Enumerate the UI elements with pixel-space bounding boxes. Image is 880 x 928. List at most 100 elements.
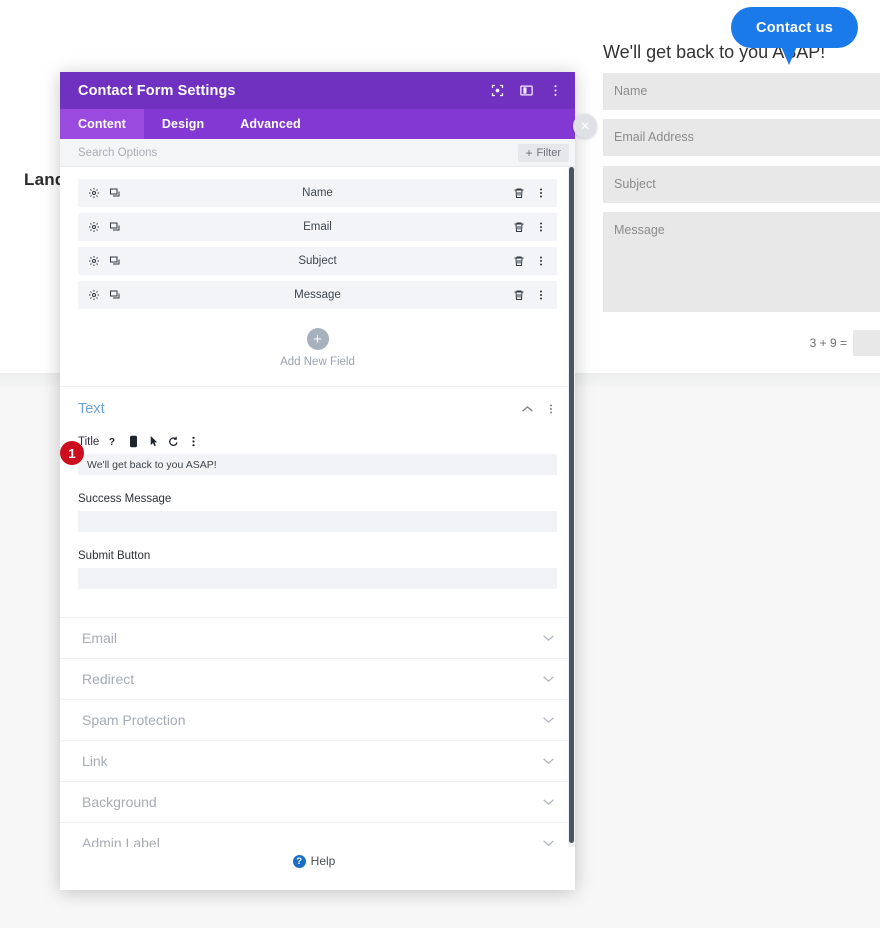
gear-icon[interactable] bbox=[88, 221, 100, 233]
preview-name-field[interactable]: Name bbox=[603, 73, 880, 110]
form-fields-list: Name bbox=[60, 167, 575, 309]
duplicate-icon[interactable] bbox=[109, 187, 121, 199]
accordion-link[interactable]: Link bbox=[60, 740, 575, 781]
responsive-device-icon[interactable] bbox=[128, 435, 139, 448]
search-input[interactable] bbox=[78, 147, 518, 159]
help-icon: ? bbox=[293, 855, 306, 868]
plus-icon: + bbox=[526, 147, 533, 159]
chevron-down-icon[interactable] bbox=[542, 798, 555, 806]
preview-message-placeholder: Message bbox=[614, 223, 665, 237]
title-input[interactable]: We'll get back to you ASAP! bbox=[78, 454, 557, 475]
accordion-email[interactable]: Email bbox=[60, 617, 575, 658]
gear-icon[interactable] bbox=[88, 289, 100, 301]
section-header-icons bbox=[521, 403, 557, 415]
row-left-icons bbox=[88, 289, 121, 301]
duplicate-icon[interactable] bbox=[109, 255, 121, 267]
chevron-down-icon[interactable] bbox=[542, 757, 555, 765]
trash-icon[interactable] bbox=[513, 221, 525, 233]
add-new-field-label: Add New Field bbox=[280, 356, 355, 368]
trash-icon[interactable] bbox=[513, 187, 525, 199]
contact-us-button[interactable]: Contact us bbox=[731, 7, 858, 48]
field-name: Subject bbox=[78, 255, 557, 267]
more-vertical-icon[interactable] bbox=[545, 403, 557, 415]
row-right-icons bbox=[513, 255, 547, 267]
row-left-icons bbox=[88, 187, 121, 199]
text-section-header[interactable]: Text bbox=[78, 401, 557, 417]
success-message-input[interactable] bbox=[78, 511, 557, 532]
tab-advanced[interactable]: Advanced bbox=[222, 109, 319, 139]
more-vertical-icon[interactable] bbox=[535, 221, 547, 233]
more-vertical-icon[interactable] bbox=[188, 435, 199, 448]
field-name: Message bbox=[78, 289, 557, 301]
layout-icon[interactable] bbox=[519, 83, 534, 98]
tab-design[interactable]: Design bbox=[144, 109, 222, 139]
close-icon[interactable]: ✕ bbox=[573, 114, 597, 138]
table-row[interactable]: Name bbox=[78, 179, 557, 207]
accordion-list: Email Redirect Spam Protection bbox=[60, 617, 575, 847]
help-label: Help bbox=[311, 854, 336, 868]
help-question-icon[interactable]: ? bbox=[108, 435, 119, 448]
add-new-field-button[interactable]: + Add New Field bbox=[60, 315, 575, 386]
row-right-icons bbox=[513, 187, 547, 199]
table-row[interactable]: Subject bbox=[78, 247, 557, 275]
accordion-label: Spam Protection bbox=[82, 712, 542, 728]
text-settings-section: Text bbox=[60, 387, 575, 589]
svg-text:?: ? bbox=[109, 437, 115, 448]
preview-email-field[interactable]: Email Address bbox=[603, 119, 880, 156]
filter-button[interactable]: + Filter bbox=[518, 144, 569, 162]
help-link[interactable]: ? Help bbox=[60, 847, 568, 875]
preview-email-placeholder: Email Address bbox=[614, 130, 694, 144]
filter-label: Filter bbox=[537, 147, 561, 159]
trash-icon[interactable] bbox=[513, 289, 525, 301]
chevron-up-icon[interactable] bbox=[521, 405, 534, 413]
modal-tabbar: Content Design Advanced bbox=[60, 109, 575, 139]
more-vertical-icon[interactable] bbox=[548, 83, 563, 98]
preview-name-placeholder: Name bbox=[614, 84, 647, 98]
submit-button-label: Submit Button bbox=[78, 550, 557, 562]
row-left-icons bbox=[88, 255, 121, 267]
row-left-icons bbox=[88, 221, 121, 233]
search-options-bar: + Filter bbox=[60, 139, 575, 167]
table-row[interactable]: Email bbox=[78, 213, 557, 241]
accordion-admin-label[interactable]: Admin Label bbox=[60, 822, 575, 847]
modal-scrollbar-thumb[interactable] bbox=[569, 167, 574, 843]
preview-message-field[interactable]: Message bbox=[603, 212, 880, 312]
chevron-down-icon[interactable] bbox=[542, 634, 555, 642]
field-name: Email bbox=[78, 221, 557, 233]
chevron-down-icon[interactable] bbox=[542, 716, 555, 724]
gear-icon[interactable] bbox=[88, 255, 100, 267]
row-right-icons bbox=[513, 289, 547, 301]
hover-cursor-icon[interactable] bbox=[148, 435, 159, 448]
field-name: Name bbox=[78, 187, 557, 199]
section-title: Text bbox=[78, 401, 521, 417]
accordion-label: Background bbox=[82, 794, 542, 810]
tab-content[interactable]: Content bbox=[60, 109, 144, 139]
more-vertical-icon[interactable] bbox=[535, 255, 547, 267]
chevron-down-icon[interactable] bbox=[542, 839, 555, 847]
success-message-label: Success Message bbox=[78, 493, 557, 505]
title-field-label-row: Title ? bbox=[78, 435, 557, 448]
target-icon[interactable] bbox=[490, 83, 505, 98]
accordion-background[interactable]: Background bbox=[60, 781, 575, 822]
trash-icon[interactable] bbox=[513, 255, 525, 267]
more-vertical-icon[interactable] bbox=[535, 289, 547, 301]
captcha-input[interactable] bbox=[853, 330, 880, 356]
gear-icon[interactable] bbox=[88, 187, 100, 199]
accordion-spam-protection[interactable]: Spam Protection bbox=[60, 699, 575, 740]
preview-subject-field[interactable]: Subject bbox=[603, 166, 880, 203]
captcha-question: 3 + 9 = bbox=[810, 336, 847, 350]
submit-button-input[interactable] bbox=[78, 568, 557, 589]
accordion-label: Admin Label bbox=[82, 835, 542, 847]
duplicate-icon[interactable] bbox=[109, 221, 121, 233]
preview-subject-placeholder: Subject bbox=[614, 177, 656, 191]
more-vertical-icon[interactable] bbox=[535, 187, 547, 199]
accordion-redirect[interactable]: Redirect bbox=[60, 658, 575, 699]
contact-form-settings-modal: Contact Form Settings bbox=[60, 72, 575, 890]
reset-icon[interactable] bbox=[168, 435, 179, 448]
duplicate-icon[interactable] bbox=[109, 289, 121, 301]
table-row[interactable]: Message bbox=[78, 281, 557, 309]
screen-root: Landi We'll get back to you ASAP! Name E… bbox=[0, 0, 880, 928]
modal-body: Name bbox=[60, 167, 575, 847]
chevron-down-icon[interactable] bbox=[542, 675, 555, 683]
accordion-label: Redirect bbox=[82, 671, 542, 687]
